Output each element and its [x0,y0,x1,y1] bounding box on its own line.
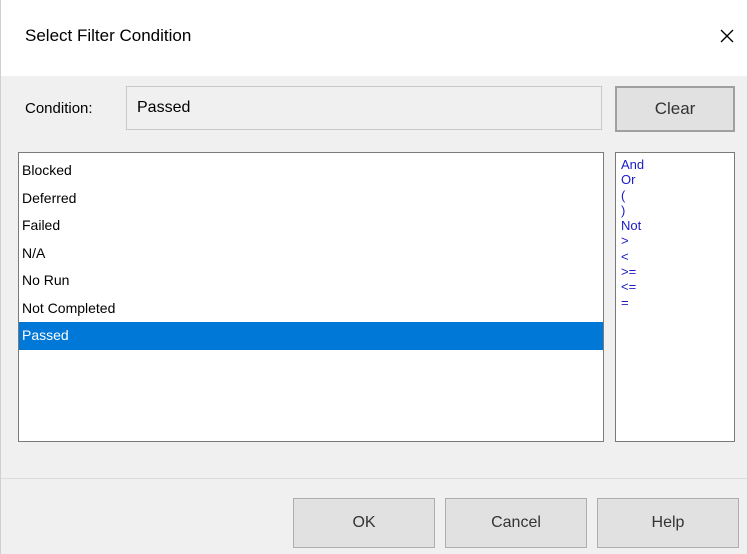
value-item[interactable]: Not Completed [19,295,603,323]
clear-button[interactable]: Clear [615,86,735,132]
operator-item[interactable]: >= [616,264,734,279]
value-item[interactable]: Failed [19,212,603,240]
value-item[interactable]: Deferred [19,185,603,213]
close-button[interactable] [707,18,747,54]
close-icon [720,29,734,43]
condition-label: Condition: [25,100,93,117]
cancel-button[interactable]: Cancel [445,498,587,548]
values-list[interactable]: Blocked Deferred Failed N/A No Run Not Comple… [18,152,604,442]
value-item[interactable]: N/A [19,240,603,268]
operator-item[interactable]: Not [616,218,734,233]
dialog-title: Select Filter Condition [25,26,192,45]
filter-dialog: Select Filter Condition Condition: Passe… [0,0,748,554]
operator-item[interactable]: ( [616,188,734,203]
operator-item[interactable]: < [616,249,734,264]
ok-button[interactable]: OK [293,498,435,548]
operator-item[interactable]: And [616,157,734,172]
operator-item[interactable]: > [616,233,734,248]
operator-item[interactable]: ) [616,203,734,218]
value-item[interactable]: Blocked [19,157,603,185]
title-bar: Select Filter Condition [1,0,747,76]
help-button[interactable]: Help [597,498,739,548]
operators-list[interactable]: And Or() Not > < >= <= = [615,152,735,442]
operator-item[interactable]: Or [616,172,734,187]
value-item[interactable]: Passed [19,322,603,350]
operator-item[interactable]: <= [616,279,734,294]
condition-field[interactable]: Passed [126,86,602,130]
operator-item[interactable]: = [616,295,734,310]
value-item[interactable]: No Run [19,267,603,295]
